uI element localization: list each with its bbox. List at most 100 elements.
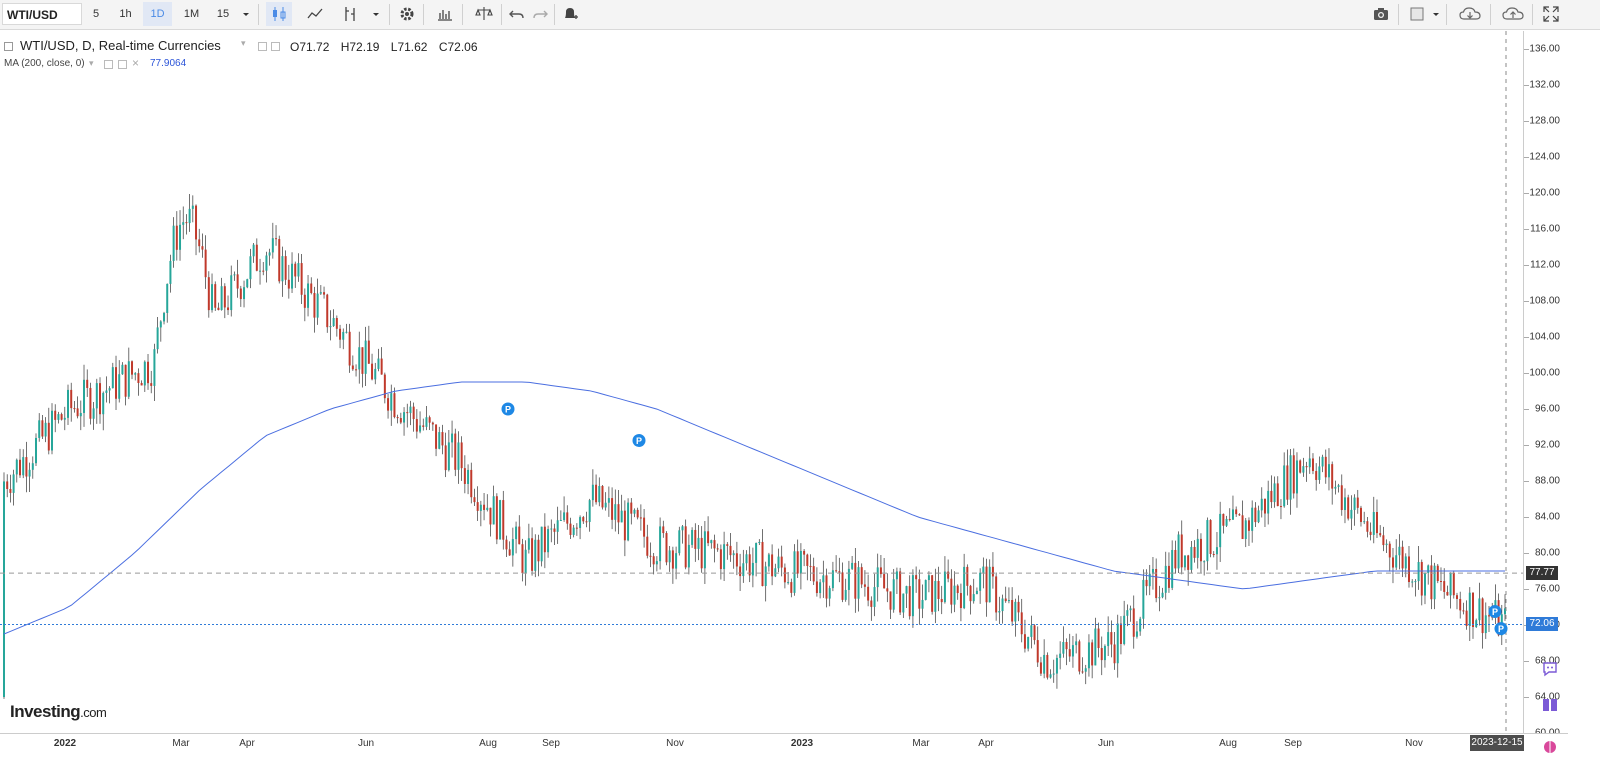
candle-body xyxy=(886,588,889,592)
brain-icon[interactable] xyxy=(1540,738,1560,756)
candle-body xyxy=(236,274,239,289)
color-dropdown-icon[interactable] xyxy=(1429,2,1443,26)
y-tick-label: 84.00 xyxy=(1534,511,1560,523)
candle-body xyxy=(271,238,274,253)
candle-body xyxy=(687,544,690,568)
candle-body xyxy=(1161,592,1164,598)
candle-body xyxy=(275,238,278,240)
color-icon[interactable] xyxy=(1405,2,1429,26)
candle-body xyxy=(102,392,105,415)
candle-body xyxy=(579,517,582,528)
time-axis[interactable]: 2022 Mar Apr Jun Aug Sep Nov 2023 Mar Apr Jun Aug Se… xyxy=(0,733,1568,752)
fullscreen-icon[interactable] xyxy=(1538,2,1564,26)
undo-icon[interactable] xyxy=(506,2,528,26)
y-tick xyxy=(1524,553,1529,554)
candle-body xyxy=(710,540,713,544)
price-chart[interactable]: PPPP xyxy=(0,31,1523,733)
cloud-load-icon[interactable] xyxy=(1453,2,1487,26)
interval-5m[interactable]: 5 xyxy=(84,2,108,26)
candle-body xyxy=(598,486,601,503)
candle-body xyxy=(1215,547,1218,555)
candle-body xyxy=(303,294,306,308)
candle-body xyxy=(60,414,63,420)
interval-1h[interactable]: 1h xyxy=(112,2,139,26)
ma-dropdown-icon[interactable]: ▾ xyxy=(89,58,94,69)
x-tick-label: Mar xyxy=(912,738,930,749)
candle-body xyxy=(134,373,137,375)
candle-body xyxy=(1055,657,1058,674)
candle-body xyxy=(790,582,793,593)
candle-body xyxy=(278,239,281,282)
candle-body xyxy=(646,536,649,556)
candle-body xyxy=(575,527,578,529)
settings-icon[interactable] xyxy=(394,2,420,26)
y-tick-label: 128.00 xyxy=(1529,115,1560,127)
candle-body xyxy=(86,379,89,388)
candle-body xyxy=(995,576,998,613)
candle-body xyxy=(25,457,28,477)
candle-body xyxy=(195,205,198,240)
interval-dropdown-icon[interactable] xyxy=(237,2,255,26)
symbol-input[interactable]: WTI/USD xyxy=(2,3,82,25)
candle-body xyxy=(665,533,668,563)
candle-body xyxy=(243,287,246,300)
collapse-legend-icon[interactable] xyxy=(4,42,13,51)
candle-body xyxy=(89,387,92,419)
candle-body xyxy=(892,579,895,610)
ma-visibility-icon[interactable] xyxy=(104,60,113,69)
candle-body xyxy=(825,575,828,599)
candle-body xyxy=(211,284,214,311)
candle-body xyxy=(140,382,143,386)
interval-1d[interactable]: 1D xyxy=(143,2,172,26)
candle-body xyxy=(460,442,463,469)
candle-body xyxy=(879,567,882,575)
camera-icon[interactable] xyxy=(1367,2,1395,26)
y-tick-label: 112.00 xyxy=(1530,259,1560,271)
candle-body xyxy=(313,293,316,318)
candle-body xyxy=(607,498,610,503)
candle-body xyxy=(1183,555,1186,568)
candle-body xyxy=(99,383,102,415)
logo-suffix: .com xyxy=(80,705,107,720)
cloud-save-icon[interactable] xyxy=(1496,2,1530,26)
candle-body xyxy=(198,239,201,247)
x-tick-label: 2023 xyxy=(790,738,814,749)
legend-dropdown-icon[interactable]: ▾ xyxy=(241,38,246,49)
legend-visibility-icon[interactable] xyxy=(258,42,267,51)
ma-settings-icon[interactable] xyxy=(118,60,127,69)
candle-body xyxy=(118,374,121,399)
line-style-icon[interactable] xyxy=(302,2,328,26)
candle-body xyxy=(726,544,729,546)
y-tick-label: 108.00 xyxy=(1529,295,1560,307)
candle-body xyxy=(1094,628,1097,666)
candle-body xyxy=(847,568,850,590)
candle-body xyxy=(1123,615,1126,644)
indicators-icon[interactable] xyxy=(338,2,364,26)
indicators-dropdown-icon[interactable] xyxy=(366,2,386,26)
candle-body xyxy=(1030,625,1033,637)
candle-body xyxy=(467,469,470,484)
studies-icon[interactable] xyxy=(432,2,458,26)
candle-body xyxy=(591,484,594,501)
interval-1m[interactable]: 1M xyxy=(177,2,206,26)
assistant-icon[interactable] xyxy=(1540,660,1560,678)
candle-style-icon[interactable] xyxy=(266,2,292,26)
alert-icon[interactable] xyxy=(557,2,583,26)
legend-settings-icon[interactable] xyxy=(271,42,280,51)
candle-body xyxy=(1315,471,1318,480)
candle-body xyxy=(982,566,985,573)
candle-body xyxy=(1187,555,1190,570)
candle-body xyxy=(694,529,697,549)
ma-line xyxy=(3,381,1505,635)
redo-icon[interactable] xyxy=(529,2,551,26)
candle-body xyxy=(268,252,271,256)
compare-icon[interactable] xyxy=(471,2,497,26)
guide-book-icon[interactable] xyxy=(1540,696,1560,714)
candle-body xyxy=(121,364,124,375)
interval-15m[interactable]: 15 xyxy=(210,2,236,26)
candle-body xyxy=(364,340,367,374)
candle-body xyxy=(956,585,959,594)
candle-body xyxy=(239,288,242,300)
candle-body xyxy=(767,554,770,567)
ma-remove-icon[interactable]: × xyxy=(132,56,139,70)
